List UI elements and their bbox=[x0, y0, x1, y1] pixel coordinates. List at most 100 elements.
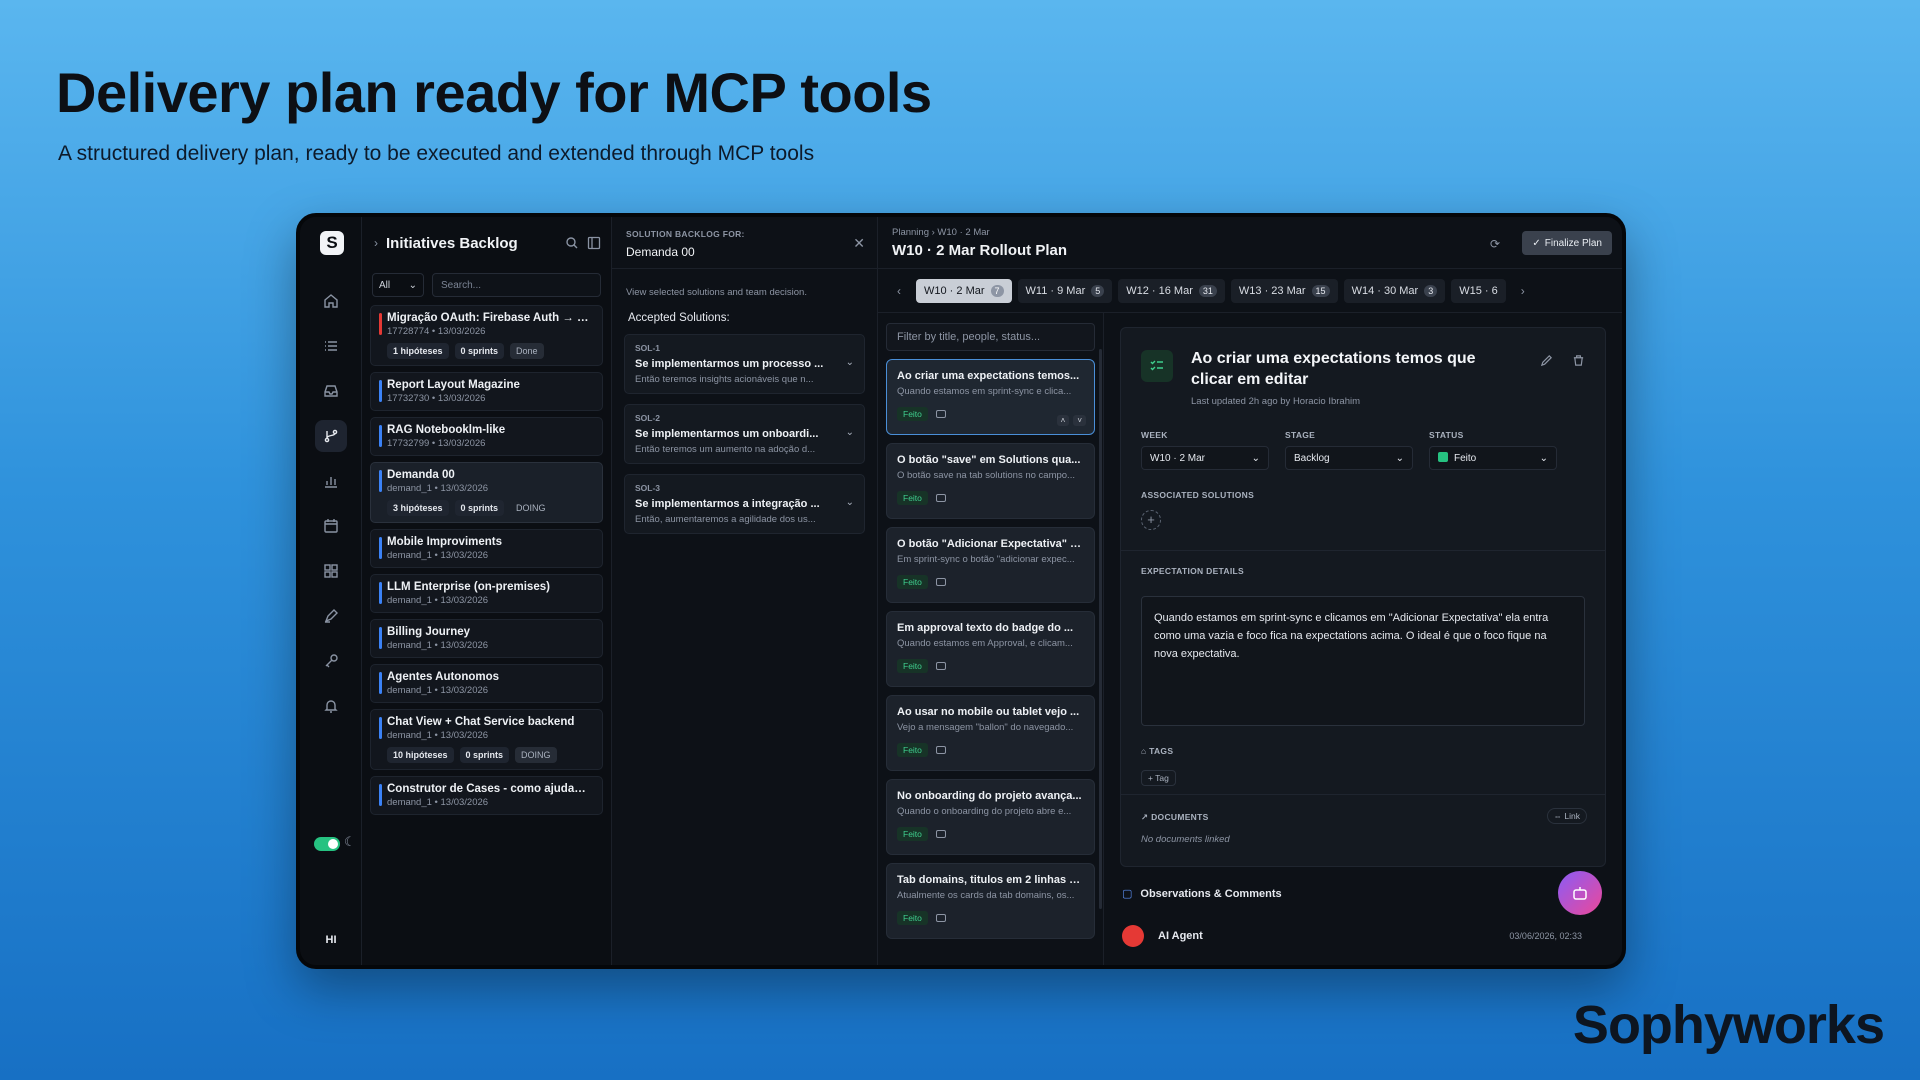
chevron-right-icon[interactable]: › bbox=[1512, 284, 1534, 298]
grid-icon[interactable] bbox=[315, 555, 347, 587]
link-document-button[interactable]: ⇔ Link bbox=[1546, 808, 1587, 824]
week-tab[interactable]: W12 · 16 Mar 31 bbox=[1118, 278, 1225, 303]
initiative-meta: demand_1 • 13/03/2026 bbox=[387, 483, 489, 494]
chevron-down-icon[interactable]: ⌄ bbox=[846, 427, 854, 438]
initiative-card[interactable]: Demanda 00 demand_1 • 13/03/2026 3 hipót… bbox=[370, 462, 603, 523]
stage-select[interactable]: Backlog ⌄ bbox=[1285, 446, 1413, 470]
expectation-card[interactable]: Ao criar uma expectations temos... Quand… bbox=[886, 359, 1095, 435]
layout-icon[interactable] bbox=[587, 236, 601, 250]
status-select[interactable]: Feito ⌄ bbox=[1429, 446, 1557, 470]
documents-label: ↗ DOCUMENTS bbox=[1141, 812, 1209, 823]
theme-toggle[interactable] bbox=[314, 837, 340, 851]
initiatives-search-input[interactable] bbox=[432, 273, 601, 297]
ai-assistant-button[interactable] bbox=[1558, 871, 1602, 915]
moon-icon: ☾ bbox=[344, 834, 356, 849]
expectation-card[interactable]: Em approval texto do badge do ... Quando… bbox=[886, 611, 1095, 687]
expectation-card-desc: O botão save na tab solutions no campo..… bbox=[897, 470, 1075, 481]
observations-header[interactable]: ▢ Observations & Comments bbox=[1122, 887, 1282, 901]
initiative-card[interactable]: Agentes Autonomos demand_1 • 13/03/2026 bbox=[370, 664, 603, 703]
comment-icon bbox=[935, 578, 946, 586]
tag-icon: ⌂ bbox=[1141, 746, 1147, 756]
app-logo[interactable]: S bbox=[320, 231, 344, 255]
close-icon[interactable]: ✕ bbox=[853, 235, 865, 252]
comment-icon bbox=[935, 410, 946, 418]
initiative-card[interactable]: Construtor de Cases - como ajudam... dem… bbox=[370, 776, 603, 815]
refresh-icon[interactable]: ⟳ bbox=[1490, 237, 1500, 251]
initiative-card[interactable]: Report Layout Magazine 17732730 • 13/03/… bbox=[370, 372, 603, 411]
initiative-meta: 17728774 • 13/03/2026 bbox=[387, 326, 486, 337]
expectation-card[interactable]: O botão "save" em Solutions qua... O bot… bbox=[886, 443, 1095, 519]
branch-icon[interactable] bbox=[315, 420, 347, 452]
chevron-left-icon[interactable]: ‹ bbox=[888, 284, 910, 298]
chevron-down-icon[interactable]: ⌄ bbox=[846, 357, 854, 368]
initiative-card[interactable]: RAG Notebooklm-like 17732799 • 13/03/202… bbox=[370, 417, 603, 456]
expectations-column: Ao criar uma expectations temos... Quand… bbox=[878, 313, 1104, 965]
solution-desc: Então, aumentaremos a agilidade dos us..… bbox=[635, 514, 816, 525]
week-select[interactable]: W10 · 2 Mar ⌄ bbox=[1141, 446, 1269, 470]
add-tag-button[interactable]: + Tag bbox=[1141, 770, 1176, 786]
hypotheses-badge: 1 hipóteses bbox=[387, 343, 449, 359]
initiative-meta: demand_1 • 13/03/2026 bbox=[387, 595, 489, 606]
chevron-down-icon[interactable]: ˅ bbox=[1073, 415, 1086, 426]
solution-title: Se implementarmos um onboardi... bbox=[635, 428, 819, 440]
initiative-card[interactable]: Chat View + Chat Service backend demand_… bbox=[370, 709, 603, 770]
initiative-name: Billing Journey bbox=[387, 626, 471, 638]
week-tab[interactable]: W13 · 23 Mar 15 bbox=[1230, 278, 1338, 303]
inbox-icon[interactable] bbox=[315, 375, 347, 407]
initiative-meta: 17732799 • 13/03/2026 bbox=[387, 438, 486, 449]
expectation-card[interactable]: Tab domains, titulos em 2 linhas s... At… bbox=[886, 863, 1095, 939]
initiative-card[interactable]: Billing Journey demand_1 • 13/03/2026 bbox=[370, 619, 603, 658]
edit-icon[interactable] bbox=[1540, 354, 1553, 372]
chevron-up-icon[interactable]: ˄ bbox=[1056, 415, 1070, 426]
filter-select[interactable]: All ⌄ bbox=[372, 273, 424, 297]
week-tab[interactable]: W10 · 2 Mar 7 bbox=[916, 278, 1012, 303]
initiative-meta: demand_1 • 13/03/2026 bbox=[387, 640, 489, 651]
solution-backlog-demand: Demanda 00 bbox=[626, 245, 695, 259]
scrollbar[interactable] bbox=[1099, 349, 1102, 909]
check-icon bbox=[1438, 452, 1448, 462]
bell-settings-icon[interactable] bbox=[315, 690, 347, 722]
checklist-icon bbox=[1141, 350, 1173, 382]
expectation-card[interactable]: No onboarding do projeto avança... Quand… bbox=[886, 779, 1095, 855]
solution-id: SOL-2 bbox=[635, 413, 661, 423]
sprints-badge: 0 sprints bbox=[454, 500, 505, 516]
week-tab-count: 15 bbox=[1311, 284, 1330, 297]
pen-icon[interactable] bbox=[315, 600, 347, 632]
list-icon[interactable] bbox=[315, 330, 347, 362]
add-solution-button[interactable]: + bbox=[1141, 510, 1161, 530]
initiative-name: Migração OAuth: Firebase Auth → G... bbox=[387, 312, 594, 324]
page-title: W10 · 2 Mar Rollout Plan bbox=[892, 242, 1068, 259]
week-tab[interactable]: W15 · 6 bbox=[1451, 278, 1506, 303]
search-icon[interactable] bbox=[565, 236, 579, 250]
expectation-details-text[interactable]: Quando estamos em sprint-sync e clicamos… bbox=[1141, 596, 1585, 726]
chevron-right-icon[interactable]: › bbox=[374, 236, 378, 250]
status-badge: Feito bbox=[897, 491, 928, 505]
key-icon[interactable] bbox=[315, 645, 347, 677]
week-tab[interactable]: W14 · 30 Mar 3 bbox=[1343, 278, 1446, 303]
solution-desc: Então teremos insights acionáveis que n.… bbox=[635, 374, 814, 385]
week-tab[interactable]: W11 · 9 Mar 5 bbox=[1017, 278, 1113, 303]
chart-icon[interactable] bbox=[315, 465, 347, 497]
chevron-down-icon[interactable]: ⌄ bbox=[846, 497, 854, 508]
week-tab-label: W10 · 2 Mar bbox=[924, 284, 985, 297]
solution-card[interactable]: SOL-2 Se implementarmos um onboardi... E… bbox=[624, 404, 865, 464]
initiative-card[interactable]: LLM Enterprise (on-premises) demand_1 • … bbox=[370, 574, 603, 613]
solution-card[interactable]: SOL-3 Se implementarmos a integração ...… bbox=[624, 474, 865, 534]
status-select-value: Feito bbox=[1454, 453, 1477, 464]
associated-solutions-label: ASSOCIATED SOLUTIONS bbox=[1141, 490, 1255, 500]
robot-icon bbox=[1573, 887, 1587, 900]
expectation-card[interactable]: Ao usar no mobile ou tablet vejo ... Vej… bbox=[886, 695, 1095, 771]
initiative-card[interactable]: Mobile Improviments demand_1 • 13/03/202… bbox=[370, 529, 603, 568]
finalize-plan-button[interactable]: ✓ Finalize Plan bbox=[1522, 231, 1612, 255]
divider bbox=[1121, 550, 1605, 551]
expectation-card[interactable]: O botão "Adicionar Expectativa" e... Em … bbox=[886, 527, 1095, 603]
initiative-card[interactable]: Migração OAuth: Firebase Auth → G... 177… bbox=[370, 305, 603, 366]
home-icon[interactable] bbox=[315, 285, 347, 317]
trash-icon[interactable] bbox=[1572, 354, 1585, 372]
solution-card[interactable]: SOL-1 Se implementarmos um processo ... … bbox=[624, 334, 865, 394]
breadcrumb[interactable]: Planning › W10 · 2 Mar bbox=[892, 227, 1608, 238]
expectation-card-title: O botão "save" em Solutions qua... bbox=[897, 454, 1081, 466]
user-avatar[interactable]: HI bbox=[318, 927, 344, 953]
expectations-filter-input[interactable] bbox=[886, 323, 1095, 351]
calendar-icon[interactable] bbox=[315, 510, 347, 542]
